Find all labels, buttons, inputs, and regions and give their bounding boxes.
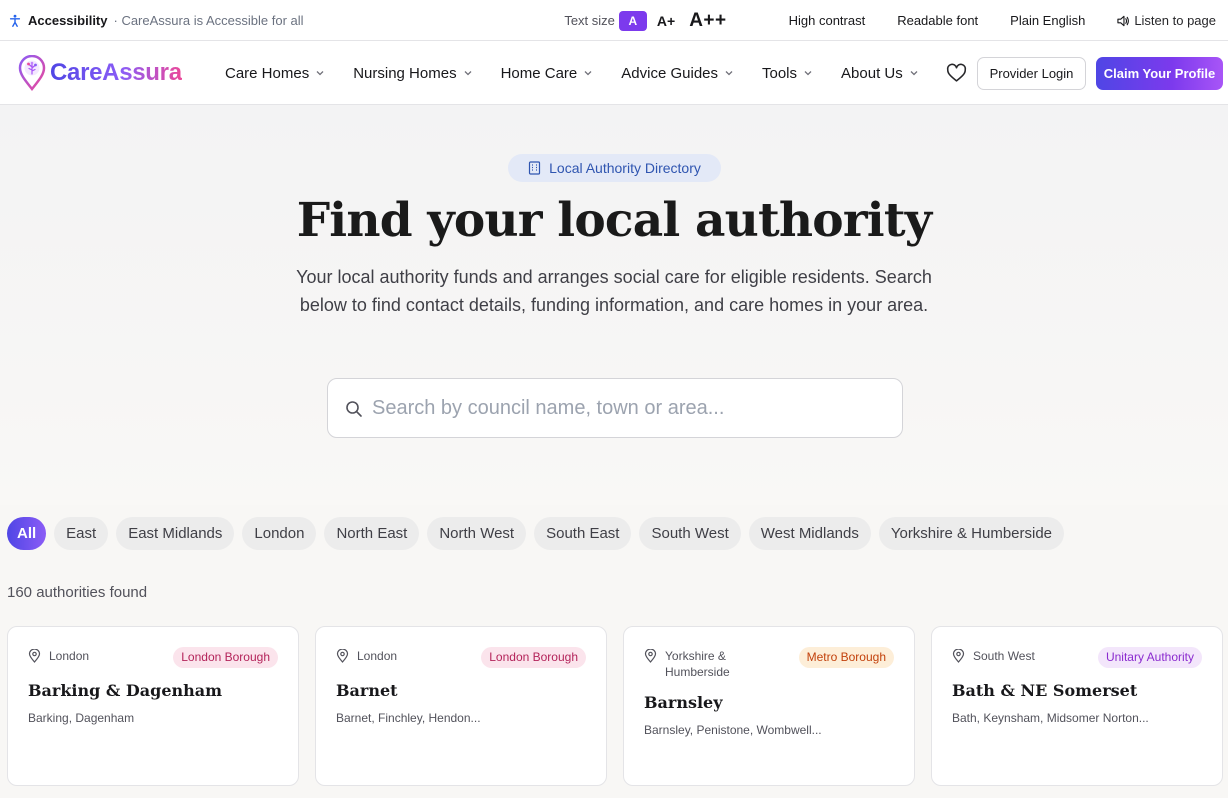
logo-pin-icon [18,55,46,91]
nav-item-label: Home Care [500,64,578,82]
region-chip-east-midlands[interactable]: East Midlands [116,517,235,550]
accessibility-icon [9,14,21,27]
card-region: South West [973,649,1035,663]
region-chip-east[interactable]: East [54,517,109,550]
accessibility-controls: Text size A A+ A++ High contrast Readabl… [564,0,1216,41]
location-pin-icon [644,649,657,663]
page-subtitle: Your local authority funds and arranges … [296,267,932,315]
high-contrast-toggle[interactable]: High contrast [789,13,866,28]
building-icon [529,161,541,175]
nav-item-home-care[interactable]: Home Care [501,65,594,82]
location-pin-icon [28,649,41,663]
region-filter: All East East Midlands London North East… [7,517,1065,550]
card-region: Yorkshire & Humberside [665,649,730,679]
readable-font-toggle[interactable]: Readable font [897,13,978,28]
card-type-badge: Metro Borough [798,647,894,668]
chevron-down-icon [316,71,324,76]
region-chip-london[interactable]: London [242,517,317,550]
card-type-badge: London Borough [173,647,278,668]
provider-login-button[interactable]: Provider Login [977,57,1086,90]
hero-section: Local Authority Directory Find your loca… [0,105,1228,505]
card-location: Yorkshire & Humberside [644,648,755,680]
chevron-down-icon [584,71,592,76]
search-bar [327,378,903,438]
nav-item-advice-guides[interactable]: Advice Guides [621,65,734,82]
location-pin-icon [952,649,965,663]
accessibility-label: Accessibility [28,13,108,28]
region-chip-south-west[interactable]: South West [639,517,741,550]
authority-card[interactable]: London London Borough Barking & Dagenham… [7,626,299,786]
listen-to-page-button[interactable]: Listen to page [1117,13,1216,28]
chevron-down-icon [725,71,733,76]
card-type-badge: Unitary Authority [1097,647,1202,668]
accessibility-bar: Accessibility · CareAssura is Accessible… [0,0,1228,41]
chevron-down-icon [804,71,812,76]
nav-item-label: Nursing Homes [353,64,457,82]
nav-item-nursing-homes[interactable]: Nursing Homes [353,65,472,82]
nav-item-tools[interactable]: Tools [762,65,813,82]
text-size-large-button[interactable]: A+ [657,13,675,29]
nav-item-label: Advice Guides [621,64,718,82]
authority-card[interactable]: South West Unitary Authority Bath & NE S… [931,626,1223,786]
accessibility-intro: Accessibility · CareAssura is Accessible… [8,0,304,41]
plain-english-toggle[interactable]: Plain English [1010,13,1085,28]
card-authority-name: Barnet [336,681,398,700]
card-towns: Barking, Dagenham [28,711,135,725]
region-chip-all[interactable]: All [7,517,47,550]
results-count: 160 authorities found [7,584,148,601]
region-chip-south-east[interactable]: South East [534,517,632,550]
authority-card[interactable]: Yorkshire & Humberside Metro Borough Bar… [623,626,915,786]
card-authority-name: Barnsley [644,693,723,712]
chevron-down-icon [910,71,918,76]
nav-item-label: Tools [762,64,798,82]
nav-item-label: Care Homes [225,64,310,82]
region-chip-west-midlands[interactable]: West Midlands [748,517,871,550]
nav-item-care-homes[interactable]: Care Homes [225,65,325,82]
card-region: London [49,649,90,663]
search-input[interactable] [372,379,892,437]
main-navigation: CareAssura Care Homes Nursing Homes Home… [0,41,1228,105]
text-size-label: Text size [564,13,615,28]
accessibility-tagline: · CareAssura is Accessible for all [113,13,304,28]
nav-menu: Care Homes Nursing Homes Home Care Advic… [225,41,947,105]
text-size-xlarge-button[interactable]: A++ [689,10,726,32]
card-location: London [336,648,447,664]
directory-badge: Local Authority Directory [508,154,721,182]
location-pin-icon [336,649,349,663]
authority-card[interactable]: London London Borough Barnet Barnet, Fin… [315,626,607,786]
region-chip-north-east[interactable]: North East [324,517,420,550]
card-towns: Bath, Keynsham, Midsomer Norton... [952,711,1149,725]
badge-label: Local Authority Directory [549,160,701,176]
card-authority-name: Barking & Dagenham [28,681,223,700]
card-towns: Barnsley, Penistone, Wombwell... [644,723,822,737]
search-icon [346,401,362,417]
card-region: London [357,649,398,663]
card-towns: Barnet, Finchley, Hendon... [336,711,481,725]
card-location: South West [952,648,1063,664]
logo-text: CareAssura [50,59,182,86]
speaker-icon [1117,15,1130,26]
card-authority-name: Bath & NE Somerset [952,681,1138,700]
page-title: Find your local authority [296,193,932,248]
region-chip-yorkshire-humberside[interactable]: Yorkshire & Humberside [878,517,1065,550]
careassura-logo[interactable]: CareAssura [18,55,182,91]
region-chip-north-west[interactable]: North West [427,517,527,550]
card-type-badge: London Borough [481,647,586,668]
text-size-normal-button[interactable]: A [618,10,647,31]
nav-item-about-us[interactable]: About Us [841,65,919,82]
chevron-down-icon [464,71,472,76]
favourites-heart-icon[interactable] [946,63,967,83]
claim-profile-button[interactable]: Claim Your Profile [1096,57,1223,90]
card-location: London [28,648,139,664]
authority-card-list: London London Borough Barking & Dagenham… [7,626,1223,786]
listen-label: Listen to page [1134,13,1216,28]
nav-item-label: About Us [841,64,903,82]
